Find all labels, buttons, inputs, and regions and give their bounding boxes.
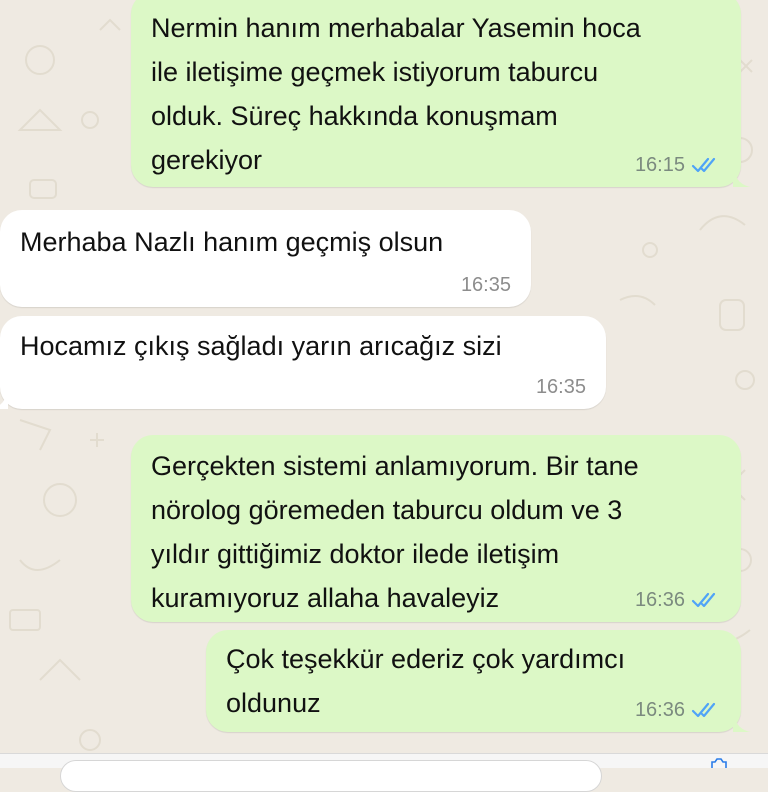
message-text: Gerçekten sistemi anlamıyorum. Bir tane … <box>151 451 639 613</box>
message-time: 16:36 <box>634 699 685 721</box>
double-check-icon <box>691 157 716 173</box>
bubble-tail <box>0 391 8 409</box>
message-bubble-incoming[interactable]: Merhaba Nazlı hanım geçmiş olsun 16:35 <box>0 210 531 307</box>
message-text: Hocamız çıkış sağladı yarın arıcağız siz… <box>20 331 502 361</box>
message-bubble-outgoing[interactable]: Gerçekten sistemi anlamıyorum. Bir tane … <box>131 435 741 622</box>
double-check-icon <box>691 702 716 718</box>
message-meta: 16:35 <box>461 273 511 297</box>
message-bubble-outgoing[interactable]: Çok teşekkür ederiz çok yardımcı oldunuz… <box>206 630 751 732</box>
message-meta: 16:36 <box>635 588 721 612</box>
message-text: Nermin hanım merhabalar Yasemin hoca ile… <box>151 13 641 175</box>
message-text: Çok teşekkür ederiz çok yardımcı oldunuz <box>226 644 626 718</box>
message-text: Merhaba Nazlı hanım geçmiş olsun <box>20 227 444 257</box>
bubble-tail <box>733 169 751 187</box>
message-time: 16:35 <box>460 274 511 296</box>
message-input-bar <box>0 753 768 792</box>
message-meta: 16:36 <box>635 698 721 722</box>
message-input[interactable] <box>60 760 602 792</box>
message-time: 16:36 <box>634 589 685 611</box>
message-bubble-incoming[interactable]: Hocamız çıkış sağladı yarın arıcağız siz… <box>0 316 606 409</box>
bubble-tail <box>733 714 751 732</box>
camera-icon[interactable] <box>710 758 728 768</box>
double-check-icon <box>691 592 716 608</box>
message-meta: 16:35 <box>536 375 586 399</box>
message-meta: 16:15 <box>635 153 721 177</box>
message-bubble-outgoing[interactable]: Nermin hanım merhabalar Yasemin hoca ile… <box>131 0 751 187</box>
message-time: 16:35 <box>535 376 586 398</box>
message-time: 16:15 <box>634 154 685 176</box>
